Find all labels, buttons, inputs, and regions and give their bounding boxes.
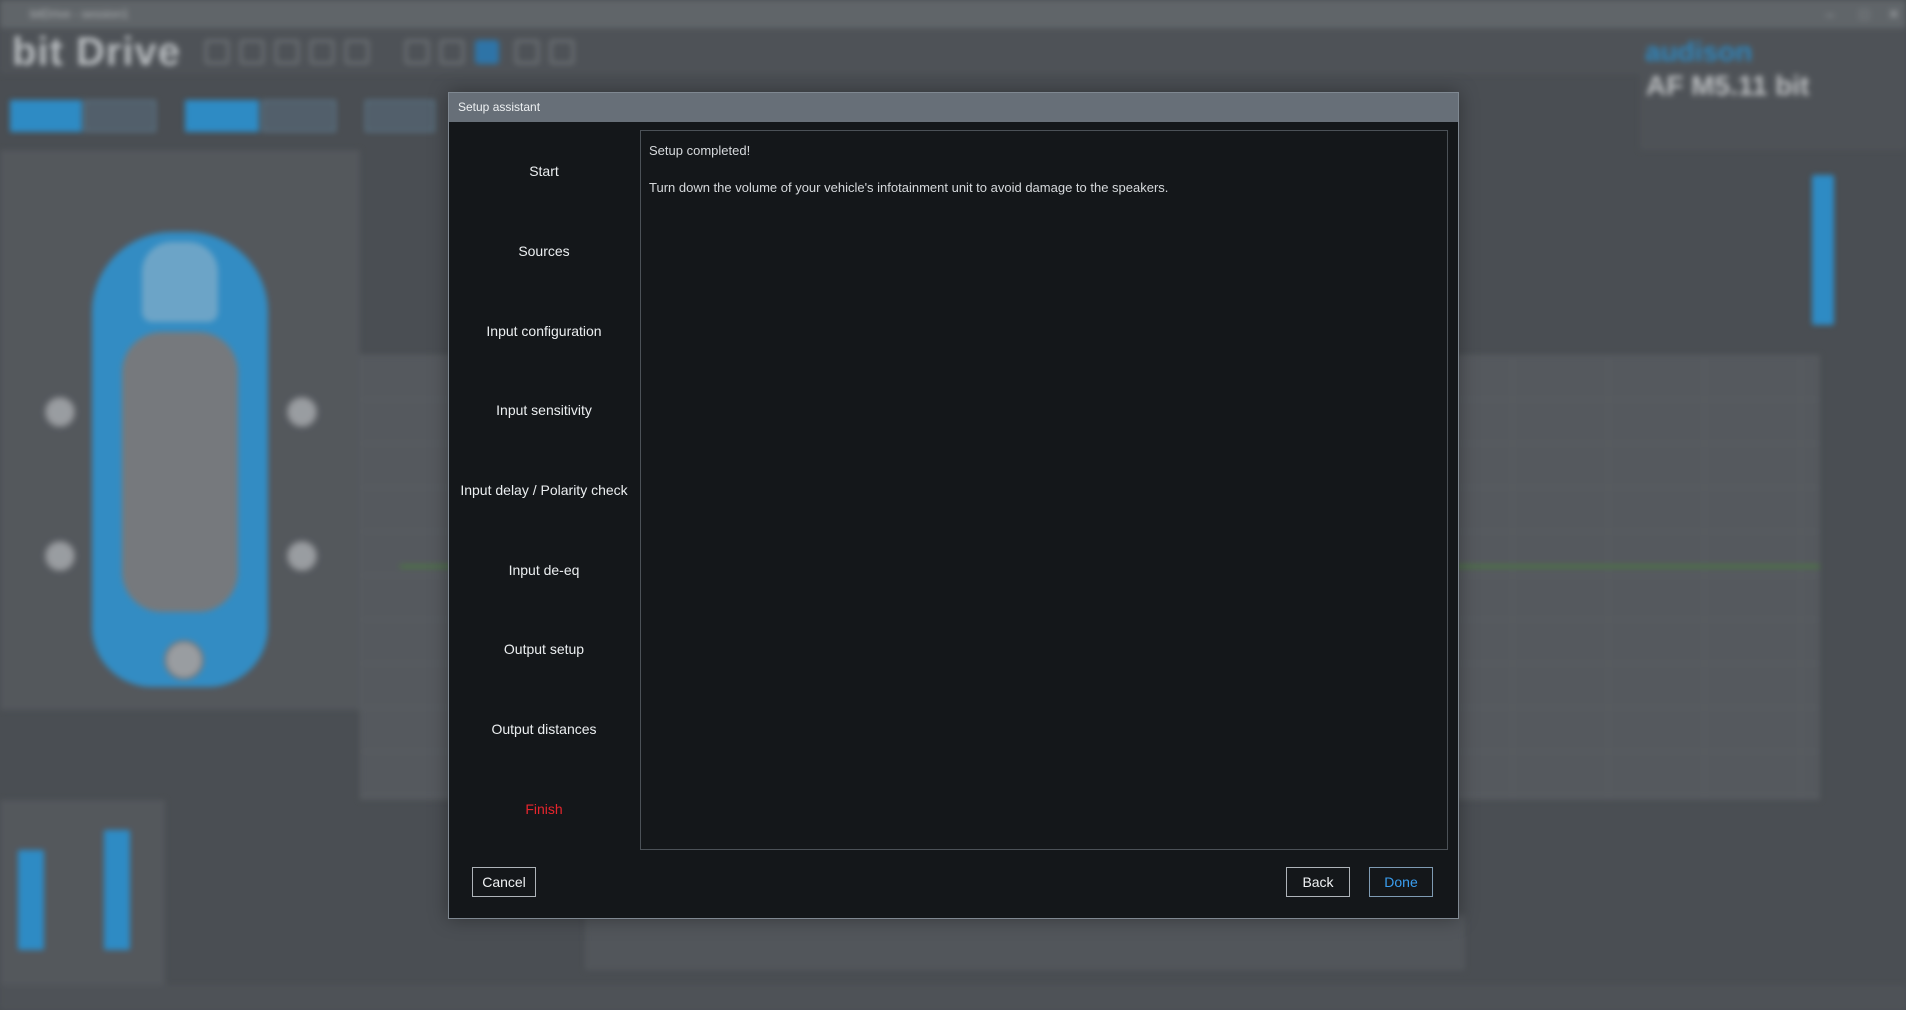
step-output-setup: Output setup: [503, 641, 585, 657]
cancel-button[interactable]: Cancel: [472, 867, 536, 897]
step-finish: Finish: [525, 801, 563, 817]
dialog-title: Setup assistant: [449, 93, 1458, 122]
step-output-distances: Output distances: [491, 721, 597, 737]
completion-message: Turn down the volume of your vehicle's i…: [649, 180, 1169, 195]
step-list: Start Sources Input configuration Input …: [449, 123, 639, 843]
step-content-panel: Setup completed! Turn down the volume of…: [640, 130, 1448, 850]
step-input-sensitivity: Input sensitivity: [496, 402, 592, 418]
completion-heading: Setup completed!: [649, 143, 751, 158]
back-button[interactable]: Back: [1286, 867, 1350, 897]
step-sources: Sources: [518, 243, 570, 259]
done-button[interactable]: Done: [1369, 867, 1433, 897]
step-input-configuration: Input configuration: [486, 323, 602, 339]
setup-assistant-dialog: Setup assistant Start Sources Input conf…: [448, 92, 1459, 919]
step-input-de-eq: Input de-eq: [508, 562, 580, 578]
step-start: Start: [529, 163, 559, 179]
step-input-delay-polarity: Input delay / Polarity check: [460, 482, 628, 498]
